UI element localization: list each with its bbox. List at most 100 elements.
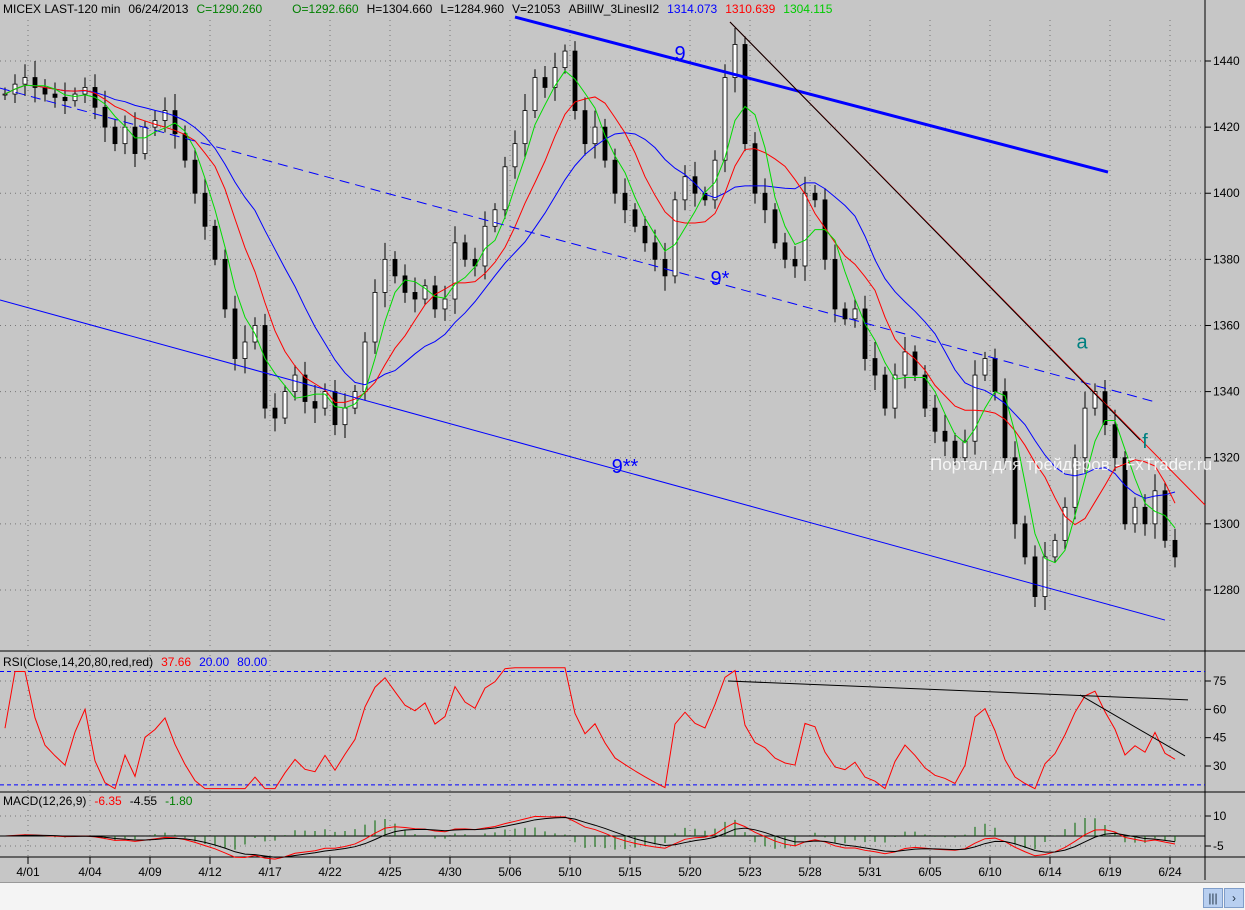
candle-body [492, 209, 498, 227]
date: 06/24/2013 [128, 2, 189, 16]
date-label: 5/10 [558, 865, 582, 879]
candle-body [1082, 407, 1088, 459]
candle-body [462, 242, 468, 260]
candle-body [202, 192, 208, 227]
date-label: 4/12 [198, 865, 222, 879]
candle-body [742, 44, 748, 145]
candle-body [942, 430, 948, 442]
macd-signal-line [4, 816, 1176, 858]
rsi-axis-label: 30 [1213, 759, 1227, 773]
candle-body [442, 298, 448, 310]
volume-value: V=21053 [512, 2, 561, 16]
candle-body [982, 358, 988, 376]
rsi-header: RSI(Close,14,20,80,red,red) 37.66 20.00 80.… [3, 655, 275, 669]
candle-body [432, 285, 438, 310]
date-label: 6/14 [1038, 865, 1062, 879]
price-header: MICEX LAST-120 min 06/24/2013 C=1290.260 O=… [3, 2, 840, 16]
open-value: O=1292.660 [292, 2, 359, 16]
candle-body [732, 44, 738, 78]
date-label: 5/31 [858, 865, 882, 879]
wave-label-a: a [1076, 332, 1088, 354]
candle-body [242, 341, 248, 359]
candle-body [842, 308, 848, 320]
wave-label-f: f [1142, 431, 1148, 453]
candle-body [1172, 539, 1178, 558]
date-label: 4/01 [16, 865, 40, 879]
date-label: 5/23 [738, 865, 762, 879]
candle-body [272, 407, 278, 419]
candle-body [1142, 506, 1148, 525]
date-label: 4/25 [378, 865, 402, 879]
candle-body [102, 106, 108, 128]
candle-body [612, 159, 618, 194]
watermark: Портал для трейдеров - FxTrader.ru [930, 455, 1213, 474]
candle-body [452, 242, 458, 300]
rsi-trendline [727, 680, 1189, 701]
price-axis-label: 1440 [1213, 54, 1240, 68]
date-label: 6/24 [1158, 865, 1182, 879]
date-label: 4/22 [318, 865, 342, 879]
candle-body [592, 126, 598, 145]
ma-green-value: 1304.115 [783, 2, 833, 16]
candle-body [262, 325, 268, 409]
candle-body [332, 391, 338, 426]
candle-body [222, 258, 228, 310]
date-label: 6/19 [1098, 865, 1122, 879]
macd-line [4, 815, 1176, 860]
ma-blue-value: 1314.073 [667, 2, 718, 16]
macd-value: -6.35 [94, 794, 122, 808]
date-label: 4/09 [138, 865, 162, 879]
candle-body [112, 126, 118, 145]
candle-body [122, 126, 128, 145]
rsi-label: RSI(Close,14,20,80,red,red) [3, 655, 154, 669]
candle-body [562, 50, 568, 69]
candle-body [372, 292, 378, 343]
candle-body [1132, 506, 1138, 525]
candle-body [1032, 556, 1038, 597]
rsi-axis-label: 75 [1213, 674, 1227, 688]
candle-body [52, 93, 58, 98]
date-label: 4/17 [258, 865, 282, 879]
candle-body [2, 93, 8, 96]
signal-value: -4.55 [129, 794, 158, 808]
indicator-name: ABillW_3LinesII2 [568, 2, 660, 16]
date-label: 4/30 [438, 865, 462, 879]
date-label: 4/04 [78, 865, 102, 879]
low-value: L=1284.960 [440, 2, 505, 16]
scroll-right-button[interactable]: › [1224, 888, 1244, 908]
candle-body [72, 93, 78, 102]
candle-body [722, 77, 728, 161]
candle-body [542, 77, 548, 88]
scroll-thumb-icon[interactable]: ||| [1203, 888, 1223, 908]
price-axis-label: 1420 [1213, 120, 1240, 134]
price-axis-label: 1340 [1213, 385, 1240, 399]
candle-body [392, 258, 398, 277]
candle-body [282, 391, 288, 419]
date-label: 6/10 [978, 865, 1002, 879]
candle-body [642, 225, 648, 244]
price-axis-label: 1280 [1213, 583, 1240, 597]
candle-body [782, 242, 788, 260]
horizontal-scrollbar[interactable]: ||| › [0, 882, 1245, 910]
macd-axis-label: -5 [1213, 839, 1224, 853]
candle-body [502, 166, 508, 211]
hist-value: -1.80 [165, 794, 193, 808]
candle-body [872, 358, 878, 376]
candle-body [42, 87, 48, 95]
candle-body [802, 192, 808, 267]
candle-body [22, 77, 28, 85]
rsi-value: 37.66 [161, 655, 192, 669]
candle-body [1112, 424, 1118, 459]
candle-body [812, 192, 818, 201]
candle-body [832, 258, 838, 310]
candle-body [412, 292, 418, 300]
candle-body [882, 374, 888, 409]
candle-body [292, 374, 298, 393]
price-axis-label: 1360 [1213, 318, 1240, 332]
black-resistance [729, 21, 1141, 441]
candle-body [932, 407, 938, 432]
close-value: C=1290.260 [196, 2, 263, 16]
candle-body [622, 192, 628, 211]
macd-header: MACD(12,26,9) -6.35 -4.55 -1.80 [3, 794, 200, 808]
rsi-trendline [1079, 694, 1186, 757]
